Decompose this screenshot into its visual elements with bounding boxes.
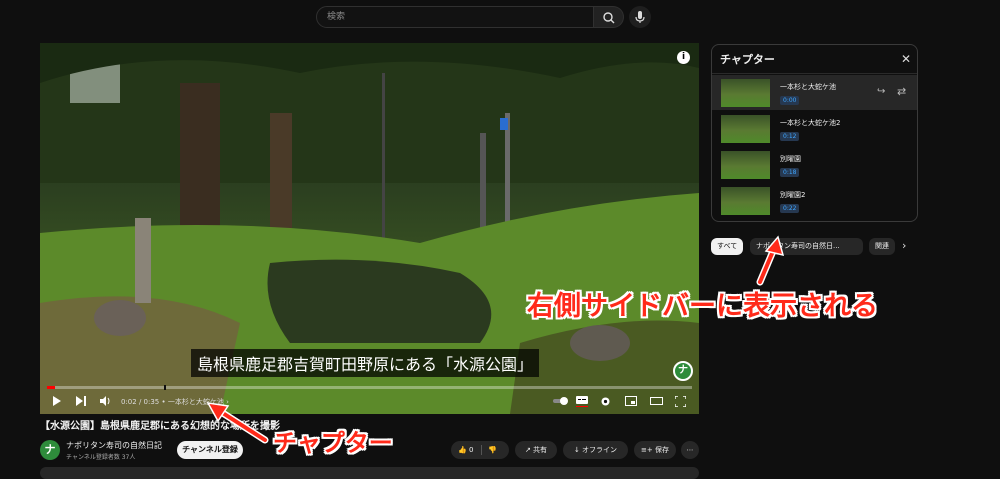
share-label: 共有 <box>533 446 548 454</box>
time-text: 0:02 / 0:35 <box>121 398 160 406</box>
chip-related[interactable]: 関連 <box>869 238 895 255</box>
chapter-label: 別曜園2 <box>780 191 806 199</box>
chapter-timestamp: 0:00 <box>780 96 800 105</box>
annotation-chapter: チャプター <box>273 429 393 457</box>
subtitle-caption: 島根県鹿足郡吉賀町田野原にある「水源公園」 <box>191 349 540 377</box>
divider <box>481 445 482 455</box>
offline-label: オフライン <box>582 446 618 454</box>
repeat-icon[interactable]: ⇄ <box>897 85 906 98</box>
chapter-item[interactable]: 一本杉と大蛇ケ池2 0:12 <box>712 111 917 146</box>
subscriber-count: チャンネル登録者数 37人 <box>66 454 136 461</box>
more-dots-icon: ⋯ <box>686 446 694 454</box>
search-input[interactable] <box>317 7 593 27</box>
fullscreen-icon[interactable] <box>674 395 687 410</box>
chapters-title: チャプター <box>720 53 775 66</box>
thumbs-down-icon[interactable]: 👎 <box>488 441 497 459</box>
subscribe-button[interactable]: チャンネル登録 <box>177 441 243 459</box>
like-button[interactable]: 👍 0 <box>458 441 473 459</box>
divider <box>712 73 917 74</box>
play-icon[interactable] <box>52 396 62 409</box>
chapter-item[interactable]: 別曜園2 0:22 <box>712 183 917 218</box>
search-icon <box>603 12 615 24</box>
chevron-right-icon[interactable]: › <box>902 239 906 252</box>
chapter-thumbnail <box>721 151 770 179</box>
thumbs-up-icon: 👍 <box>458 446 467 454</box>
theater-mode-icon[interactable] <box>650 396 663 409</box>
search-box[interactable] <box>316 6 594 28</box>
search-button[interactable] <box>594 6 624 28</box>
current-chapter-label[interactable]: 一本杉と大蛇ケ池 <box>168 398 224 406</box>
microphone-icon <box>635 11 645 23</box>
chapter-thumbnail <box>721 79 770 107</box>
share-icon[interactable]: ↪ <box>877 86 885 97</box>
chapter-marker <box>164 385 166 390</box>
annotation-right-sidebar: 右側サイドバーに表示される <box>527 291 878 322</box>
more-actions-button[interactable]: ⋯ <box>681 441 699 459</box>
save-label: 保存 <box>654 446 669 454</box>
chapter-thumbnail <box>721 115 770 143</box>
next-icon[interactable] <box>76 396 86 409</box>
offline-button[interactable]: ↓ オフライン <box>563 441 628 459</box>
chapter-timestamp: 0:18 <box>780 168 800 177</box>
autoplay-toggle[interactable] <box>553 396 569 409</box>
chapter-item[interactable]: 別曜園 0:18 <box>712 147 917 182</box>
volume-icon[interactable] <box>100 396 111 409</box>
chapter-thumbnail <box>721 187 770 215</box>
chip-all[interactable]: すべて <box>711 238 744 255</box>
share-button[interactable]: ↗ 共有 <box>515 441 557 459</box>
settings-gear-icon[interactable] <box>600 396 611 410</box>
description-box[interactable] <box>40 467 699 479</box>
subtitles-icon[interactable] <box>576 396 588 410</box>
info-icon[interactable]: i <box>677 51 690 64</box>
chapter-label: 一本杉と大蛇ケ池 <box>780 83 836 91</box>
progress-fill <box>47 386 56 389</box>
like-dislike-group: 👍 0 👎 <box>451 441 509 459</box>
chapter-timestamp: 0:12 <box>780 132 800 141</box>
chapter-timestamp: 0:22 <box>780 204 800 213</box>
channel-watermark-badge[interactable]: ナ <box>673 361 693 381</box>
share-arrow-icon: ↗ <box>524 446 531 454</box>
chevron-right-icon[interactable]: › <box>226 398 229 406</box>
chapter-label: 別曜園 <box>780 155 801 163</box>
playlist-add-icon: ≡+ <box>641 446 653 454</box>
close-icon[interactable]: ✕ <box>901 52 911 66</box>
save-button[interactable]: ≡+ 保存 <box>634 441 676 459</box>
chapter-item[interactable]: 一本杉と大蛇ケ池 0:00 <box>712 75 917 110</box>
download-icon: ↓ <box>573 446 580 454</box>
chip-channel[interactable]: ナポリタン寿司の自然日... <box>750 238 863 255</box>
video-title: 【水源公園】島根県鹿足郡にある幻想的な場所を撮影 <box>40 421 280 432</box>
channel-name[interactable]: ナポリタン寿司の自然日記 <box>66 440 162 451</box>
miniplayer-icon[interactable] <box>625 396 637 409</box>
time-display: 0:02 / 0:35 • 一本杉と大蛇ケ池 › <box>121 397 229 407</box>
avatar[interactable]: ナ <box>40 440 60 460</box>
like-count: 0 <box>468 446 474 454</box>
chapter-label: 一本杉と大蛇ケ池2 <box>780 119 841 127</box>
voice-search-button[interactable] <box>629 6 651 28</box>
progress-bar[interactable] <box>47 385 692 390</box>
